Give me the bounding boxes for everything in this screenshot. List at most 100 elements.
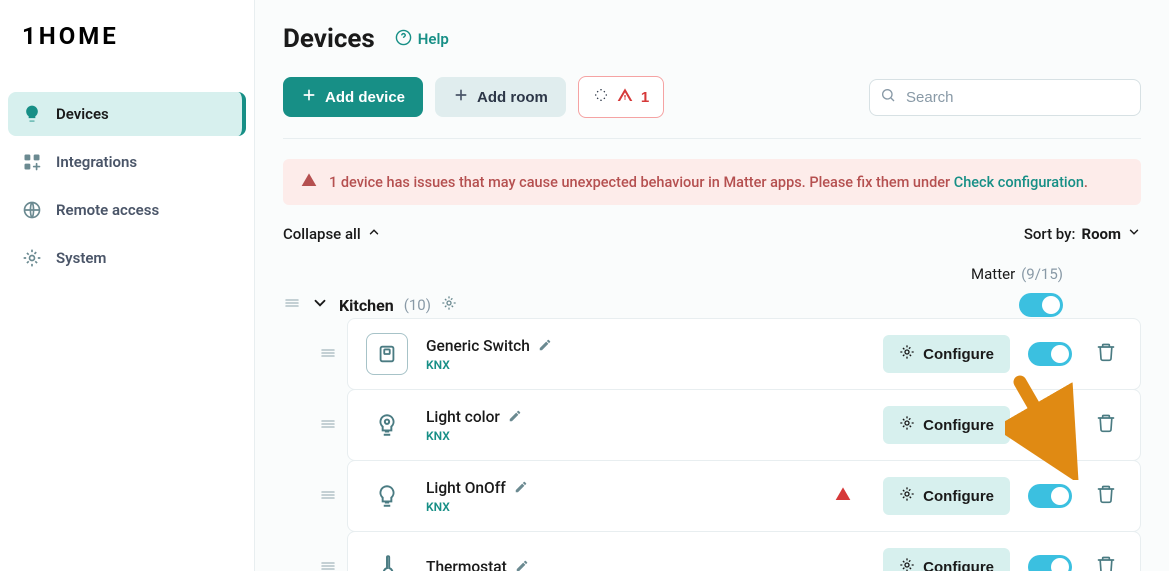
chevron-up-icon <box>367 225 381 243</box>
device-name: Light color <box>426 408 500 426</box>
sidebar-item-remote-access[interactable]: Remote access <box>8 188 246 232</box>
room-device-count: (10) <box>404 296 431 314</box>
button-label: Add device <box>325 89 405 106</box>
pencil-icon[interactable] <box>538 337 552 356</box>
button-label: Configure <box>923 488 994 505</box>
trash-icon[interactable] <box>1090 407 1122 443</box>
chevron-down-icon <box>1127 225 1141 243</box>
gear-icon <box>899 557 915 571</box>
button-label: Configure <box>923 346 994 363</box>
matter-column-header: Matter (9/15) <box>283 265 1141 283</box>
plus-icon <box>301 87 317 107</box>
page-title: Devices <box>283 24 375 54</box>
add-device-button[interactable]: Add device <box>283 77 423 117</box>
device-source: KNX <box>426 500 528 514</box>
list-controls: Collapse all Sort by: Room <box>283 225 1141 243</box>
add-room-button[interactable]: Add room <box>435 77 566 117</box>
matter-label: Matter <box>971 265 1015 283</box>
button-label: Configure <box>923 417 994 434</box>
sidebar-item-label: Remote access <box>56 201 159 219</box>
sidebar-item-label: Devices <box>56 105 109 123</box>
device-row: Light color KNX Configure <box>319 390 1141 461</box>
device-row: Thermostat Configure <box>319 532 1141 571</box>
room-group-row: Kitchen (10) <box>283 291 1141 319</box>
pencil-icon[interactable] <box>514 479 528 498</box>
device-name: Generic Switch <box>426 337 530 355</box>
matter-count: (9/15) <box>1021 265 1063 283</box>
room-name: Kitchen <box>339 296 394 315</box>
sidebar-item-label: Integrations <box>56 153 137 171</box>
globe-icon <box>22 200 42 220</box>
banner-text-after: . <box>1084 174 1088 191</box>
configure-button[interactable]: Configure <box>883 335 1010 373</box>
room-matter-toggle[interactable] <box>1019 293 1063 317</box>
device-source: KNX <box>426 429 522 443</box>
collapse-all-button[interactable]: Collapse all <box>283 225 381 243</box>
bulb-icon <box>22 104 42 124</box>
device-type-icon <box>366 333 408 375</box>
warning-banner: 1 device has issues that may cause unexp… <box>283 159 1141 205</box>
help-link-label: Help <box>418 30 449 48</box>
grid-plus-icon <box>22 152 42 172</box>
gear-icon[interactable] <box>441 295 457 315</box>
sort-by-dropdown[interactable]: Sort by: Room <box>1024 225 1141 243</box>
check-configuration-link[interactable]: Check configuration <box>954 174 1084 191</box>
pencil-icon[interactable] <box>508 408 522 427</box>
search-input[interactable] <box>869 79 1141 116</box>
search-icon <box>880 87 896 107</box>
gear-icon <box>899 344 915 364</box>
sort-label: Sort by: <box>1024 225 1076 243</box>
sidebar-item-integrations[interactable]: Integrations <box>8 140 246 184</box>
gear-icon <box>899 415 915 435</box>
search-box <box>869 79 1141 116</box>
main-content: Devices Help Add device Add room <box>255 0 1169 571</box>
device-card: Light OnOffKNXConfigure <box>347 460 1141 532</box>
help-link[interactable]: Help <box>395 29 449 50</box>
configure-button[interactable]: Configure <box>883 548 1010 571</box>
device-type-icon <box>366 546 408 571</box>
configure-button[interactable]: Configure <box>883 477 1010 515</box>
alert-button[interactable]: 1 <box>578 76 664 118</box>
device-matter-toggle[interactable] <box>1028 342 1072 366</box>
gear-icon <box>22 248 42 268</box>
button-label: Add room <box>477 89 548 106</box>
drag-handle-icon[interactable] <box>319 415 337 437</box>
device-card: Light color KNX Configure <box>347 389 1141 461</box>
warning-triangle-icon <box>301 172 317 192</box>
sidebar-item-devices[interactable]: Devices <box>8 92 246 136</box>
device-source: KNX <box>426 358 552 372</box>
sidebar-item-label: System <box>56 249 106 267</box>
alert-count: 1 <box>641 89 649 106</box>
device-matter-toggle[interactable] <box>1028 413 1072 437</box>
drag-handle-icon[interactable] <box>319 486 337 508</box>
device-row: Generic Switch KNX Configure <box>319 319 1141 390</box>
sidebar: 1HOME Devices Integrations Remote access… <box>0 0 255 571</box>
device-name: Thermostat <box>426 558 507 571</box>
device-matter-toggle[interactable] <box>1028 484 1072 508</box>
device-type-icon <box>366 404 408 446</box>
pencil-icon[interactable] <box>515 558 529 571</box>
drag-handle-icon[interactable] <box>319 557 337 571</box>
help-circle-icon <box>395 29 412 50</box>
device-card: Thermostat Configure <box>347 531 1141 571</box>
logo: 1HOME <box>8 22 246 50</box>
configure-button[interactable]: Configure <box>883 406 1010 444</box>
device-matter-toggle[interactable] <box>1028 555 1072 571</box>
device-row: Light OnOffKNXConfigure <box>319 461 1141 532</box>
drag-handle-icon[interactable] <box>283 294 301 316</box>
chevron-down-icon[interactable] <box>311 294 329 316</box>
trash-icon[interactable] <box>1090 549 1122 571</box>
warning-triangle-icon <box>617 87 633 107</box>
page-header: Devices Help <box>283 24 1141 54</box>
sidebar-item-system[interactable]: System <box>8 236 246 280</box>
sort-value: Room <box>1081 225 1121 243</box>
cursor-icon <box>593 87 609 107</box>
trash-icon[interactable] <box>1090 478 1122 514</box>
drag-handle-icon[interactable] <box>319 344 337 366</box>
device-type-icon <box>366 475 408 517</box>
device-card: Generic Switch KNX Configure <box>347 318 1141 390</box>
plus-icon <box>453 87 469 107</box>
trash-icon[interactable] <box>1090 336 1122 372</box>
collapse-all-label: Collapse all <box>283 225 361 243</box>
gear-icon <box>899 486 915 506</box>
